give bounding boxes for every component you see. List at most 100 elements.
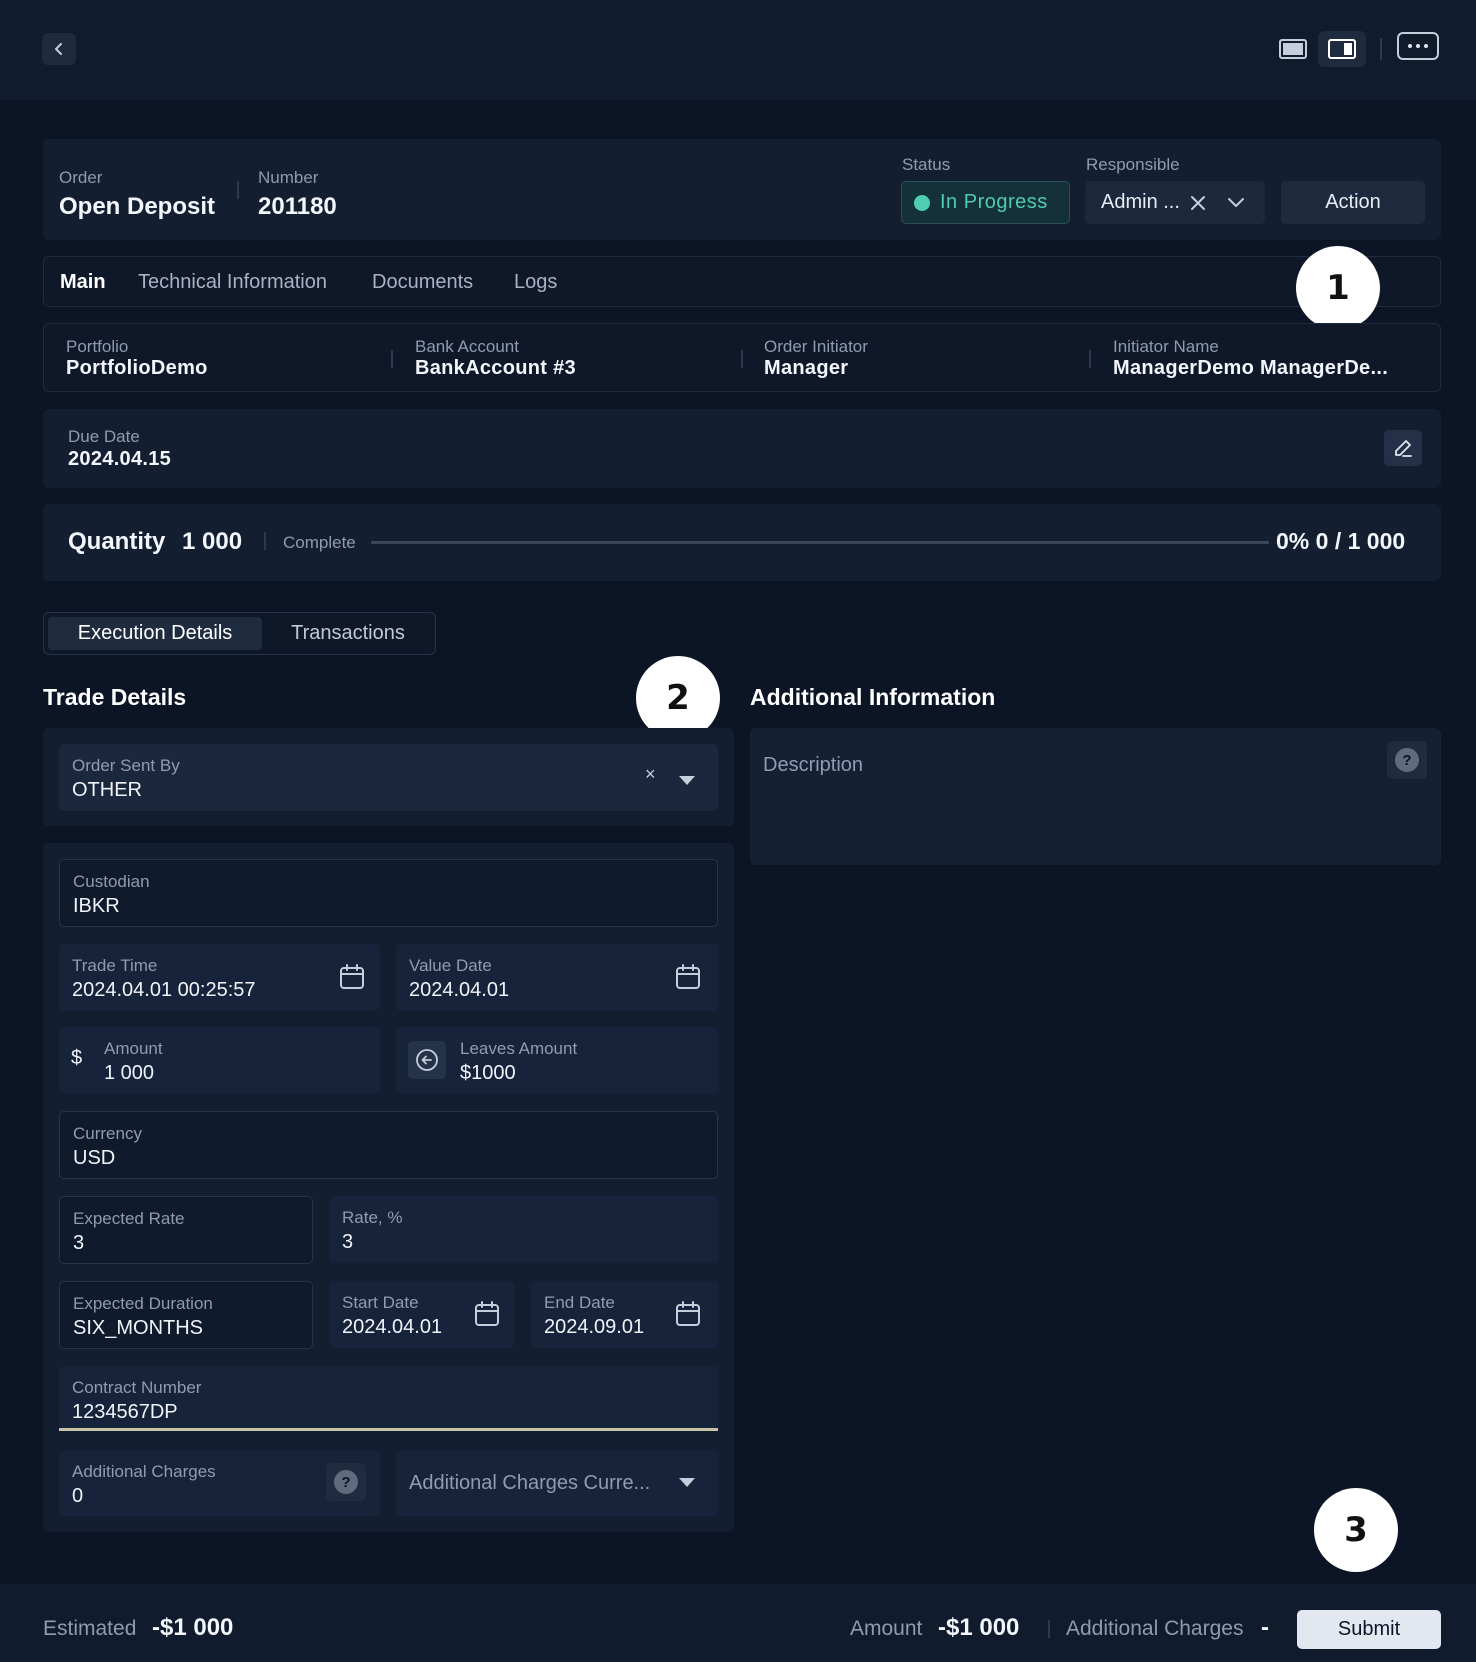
calendar-icon[interactable] — [474, 1301, 500, 1327]
contract-number-field[interactable]: Contract Number 1234567DP — [59, 1366, 718, 1429]
footer-charges-label: Additional Charges — [1066, 1617, 1244, 1640]
calendar-icon[interactable] — [339, 964, 365, 990]
divider — [264, 532, 266, 550]
initiator-name-value: ManagerDemo ManagerDe... — [1113, 357, 1389, 379]
value-date-label: Value Date — [409, 956, 492, 975]
order-type: Open Deposit — [59, 193, 216, 220]
caret-down-icon[interactable] — [679, 776, 695, 785]
more-options-button[interactable] — [1397, 32, 1439, 60]
additional-information-title: Additional Information — [750, 684, 996, 710]
number-label: Number — [258, 168, 319, 187]
footer-amount-value: -$1 000 — [938, 1614, 1020, 1641]
expected-rate-value: 3 — [73, 1232, 85, 1254]
top-bar — [0, 0, 1476, 100]
submit-button[interactable]: Submit — [1297, 1610, 1441, 1649]
bank-account-value: BankAccount #3 — [415, 357, 576, 379]
additional-charges-value: 0 — [72, 1485, 84, 1507]
currency-label: Currency — [73, 1124, 142, 1143]
description-placeholder: Description — [763, 754, 864, 776]
trade-details-title: Trade Details — [43, 684, 187, 710]
additional-charges-currency-placeholder: Additional Charges Curre... — [409, 1472, 651, 1494]
caret-down-icon[interactable] — [679, 1478, 695, 1487]
end-date-field[interactable]: End Date 2024.09.01 — [531, 1281, 718, 1348]
leaves-amount-field: Leaves Amount $1000 — [396, 1027, 718, 1094]
pencil-icon — [1395, 440, 1412, 457]
contract-number-label: Contract Number — [72, 1378, 202, 1397]
dot-icon — [1416, 44, 1420, 48]
split-layout-icon — [1328, 39, 1356, 59]
divider — [391, 350, 393, 368]
currency-value: USD — [73, 1147, 116, 1169]
expected-duration-label: Expected Duration — [73, 1294, 213, 1313]
start-date-field[interactable]: Start Date 2024.04.01 — [329, 1281, 515, 1348]
help-icon[interactable]: ? — [334, 1470, 358, 1494]
footer-charges-value: - — [1261, 1614, 1269, 1641]
expected-duration-field[interactable]: Expected Duration SIX_MONTHS — [59, 1281, 313, 1349]
responsible-value: Admin ... — [1101, 191, 1180, 213]
portfolio-value: PortfolioDemo — [66, 357, 208, 379]
contract-number-value: 1234567DP — [72, 1401, 178, 1423]
dot-icon — [1424, 44, 1428, 48]
start-date-value: 2024.04.01 — [342, 1316, 443, 1338]
tab-main[interactable]: Main — [60, 271, 106, 294]
tab-logs[interactable]: Logs — [514, 271, 557, 294]
dot-icon — [1408, 44, 1412, 48]
order-sent-by-label: Order Sent By — [72, 756, 180, 775]
calendar-icon[interactable] — [675, 1301, 701, 1327]
order-sent-by-value: OTHER — [72, 779, 142, 801]
action-button[interactable]: Action — [1281, 181, 1425, 224]
expected-rate-label: Expected Rate — [73, 1209, 185, 1228]
divider — [1089, 350, 1091, 368]
responsible-select[interactable]: Admin ... — [1085, 181, 1265, 224]
chevron-down-icon[interactable] — [1227, 196, 1245, 210]
clear-icon[interactable]: × — [645, 764, 656, 785]
order-number: 201180 — [258, 193, 337, 220]
footer-amount-label: Amount — [850, 1617, 923, 1640]
leaves-amount-value: $1000 — [460, 1062, 516, 1084]
custodian-label: Custodian — [73, 872, 150, 891]
tab-technical-information[interactable]: Technical Information — [138, 271, 327, 294]
progress-text: 0% 0 / 1 000 — [1276, 528, 1406, 554]
edit-due-date-button[interactable] — [1384, 430, 1422, 466]
chevron-left-icon — [55, 43, 62, 55]
tab-transactions[interactable]: Transactions — [266, 617, 430, 650]
custodian-field[interactable]: Custodian IBKR — [59, 859, 718, 927]
full-view-button[interactable] — [1269, 31, 1317, 67]
expected-rate-field[interactable]: Expected Rate 3 — [59, 1196, 313, 1264]
estimated-label: Estimated — [43, 1617, 137, 1640]
additional-charges-field[interactable]: Additional Charges 0 ? — [59, 1450, 380, 1516]
order-label: Order — [59, 168, 103, 187]
status-badge[interactable]: In Progress — [901, 181, 1070, 224]
quantity-label: Quantity — [68, 528, 166, 555]
status-label: Status — [902, 155, 951, 174]
split-view-button[interactable] — [1318, 31, 1366, 67]
rate-field[interactable]: Rate, % 3 — [329, 1196, 718, 1263]
full-layout-icon — [1279, 39, 1307, 59]
back-button[interactable] — [42, 33, 76, 65]
tab-execution-details[interactable]: Execution Details — [48, 617, 262, 650]
start-date-label: Start Date — [342, 1293, 419, 1312]
portfolio-label: Portfolio — [66, 337, 129, 356]
custodian-value: IBKR — [73, 895, 120, 917]
order-initiator-label: Order Initiator — [764, 337, 868, 356]
amount-field[interactable]: $ Amount 1 000 — [59, 1027, 380, 1094]
order-sent-by-select[interactable]: Order Sent By OTHER × — [59, 744, 718, 811]
description-field[interactable]: Description ? — [750, 728, 1441, 865]
help-icon[interactable]: ? — [1395, 748, 1419, 772]
tab-documents[interactable]: Documents — [372, 271, 473, 294]
estimated-value: -$1 000 — [152, 1614, 234, 1641]
clear-icon[interactable] — [1190, 195, 1206, 211]
trade-time-field[interactable]: Trade Time 2024.04.01 00:25:57 — [59, 944, 380, 1011]
order-initiator-value: Manager — [764, 357, 849, 379]
currency-field[interactable]: Currency USD — [59, 1111, 718, 1179]
responsible-label: Responsible — [1086, 155, 1180, 174]
bank-account-label: Bank Account — [415, 337, 519, 356]
calendar-icon[interactable] — [675, 964, 701, 990]
status-text: In Progress — [940, 191, 1048, 213]
additional-charges-currency-select[interactable]: Additional Charges Curre... — [396, 1450, 718, 1516]
amount-label: Amount — [104, 1039, 163, 1058]
dollar-icon: $ — [71, 1047, 83, 1069]
leaves-icon-box — [408, 1041, 446, 1079]
value-date-value: 2024.04.01 — [409, 979, 510, 1001]
value-date-field[interactable]: Value Date 2024.04.01 — [396, 944, 718, 1011]
